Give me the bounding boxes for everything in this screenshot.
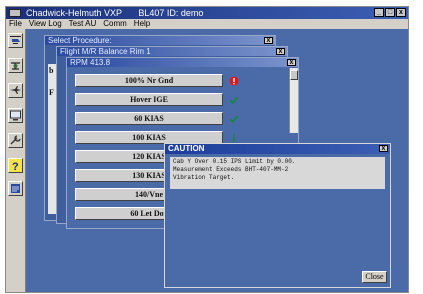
rpm-window-title: RPM 413.8 (67, 58, 298, 67)
procedure-button[interactable]: 60 KIAS (75, 112, 223, 125)
caution-close-x-button[interactable]: x (379, 145, 388, 152)
menu-view-log[interactable]: View Log (29, 19, 62, 29)
menu-comm[interactable]: Comm (103, 19, 127, 29)
app-title-fields: BL407 ID: demo (138, 8, 204, 18)
monitor-icon[interactable] (8, 108, 23, 123)
helicopter-icon[interactable] (8, 33, 23, 48)
balance-window-close-button[interactable]: x (276, 48, 285, 55)
caution-message: Cab Y Over 0.15 IPS Limit by 0.00. Measur… (170, 157, 385, 189)
caution-line-3: Vibration Target. (173, 174, 235, 181)
rotor-icon[interactable] (8, 58, 23, 73)
alert-icon (229, 76, 239, 86)
info-icon (229, 133, 239, 143)
procedure-scrollbar[interactable] (289, 68, 298, 133)
app-title-bar: Chadwick-Helmuth VXP BL407 ID: demo _ □ … (6, 7, 408, 19)
side-letter-f: F (49, 88, 54, 97)
menu-file[interactable]: File (9, 19, 22, 29)
app-title: Chadwick-Helmuth VXP (26, 8, 122, 18)
minimize-button[interactable]: _ (374, 8, 384, 17)
caution-line-1: Cab Y Over 0.15 IPS Limit by 0.00. (173, 158, 296, 165)
scrollbar-thumb[interactable] (290, 70, 298, 80)
app-window: Chadwick-Helmuth VXP BL407 ID: demo _ □ … (5, 6, 409, 293)
procedure-button[interactable]: 100% Nr Gnd (75, 74, 223, 87)
select-procedure-title: Select Procedure: (45, 36, 275, 45)
maximize-button[interactable]: □ (385, 8, 395, 17)
left-toolbar: ? (6, 29, 26, 292)
balance-window-title: Flight M/R Balance Rim 1 (57, 47, 287, 56)
close-button[interactable]: x (396, 8, 406, 17)
wrench-icon[interactable] (8, 133, 23, 148)
svg-text:?: ? (12, 161, 19, 172)
caution-close-button[interactable]: Close (362, 271, 387, 283)
rpm-window-close-button[interactable]: x (287, 59, 296, 66)
menu-help[interactable]: Help (134, 19, 150, 29)
checkmark-icon (229, 114, 239, 124)
checkmark-icon (229, 95, 239, 105)
select-procedure-close-button[interactable]: x (264, 37, 273, 44)
caution-dialog: CAUTION x Cab Y Over 0.15 IPS Limit by 0… (164, 143, 391, 288)
procedure-button[interactable]: Hover IGE (75, 93, 223, 106)
side-letter-b: b (49, 66, 54, 75)
menu-bar: File View Log Test AU Comm Help (6, 19, 408, 29)
aircraft-icon[interactable] (8, 83, 23, 98)
app-icon (9, 9, 21, 17)
caution-line-2: Measurement Exceeds BHT-407-MM-2 (173, 166, 289, 173)
select-procedure-list-edge (48, 64, 56, 214)
caution-title: CAUTION (165, 144, 390, 154)
log-icon[interactable] (8, 181, 23, 196)
menu-test-au[interactable]: Test AU (69, 19, 97, 29)
pen-icon[interactable] (9, 291, 23, 292)
help-icon[interactable]: ? (8, 158, 23, 173)
